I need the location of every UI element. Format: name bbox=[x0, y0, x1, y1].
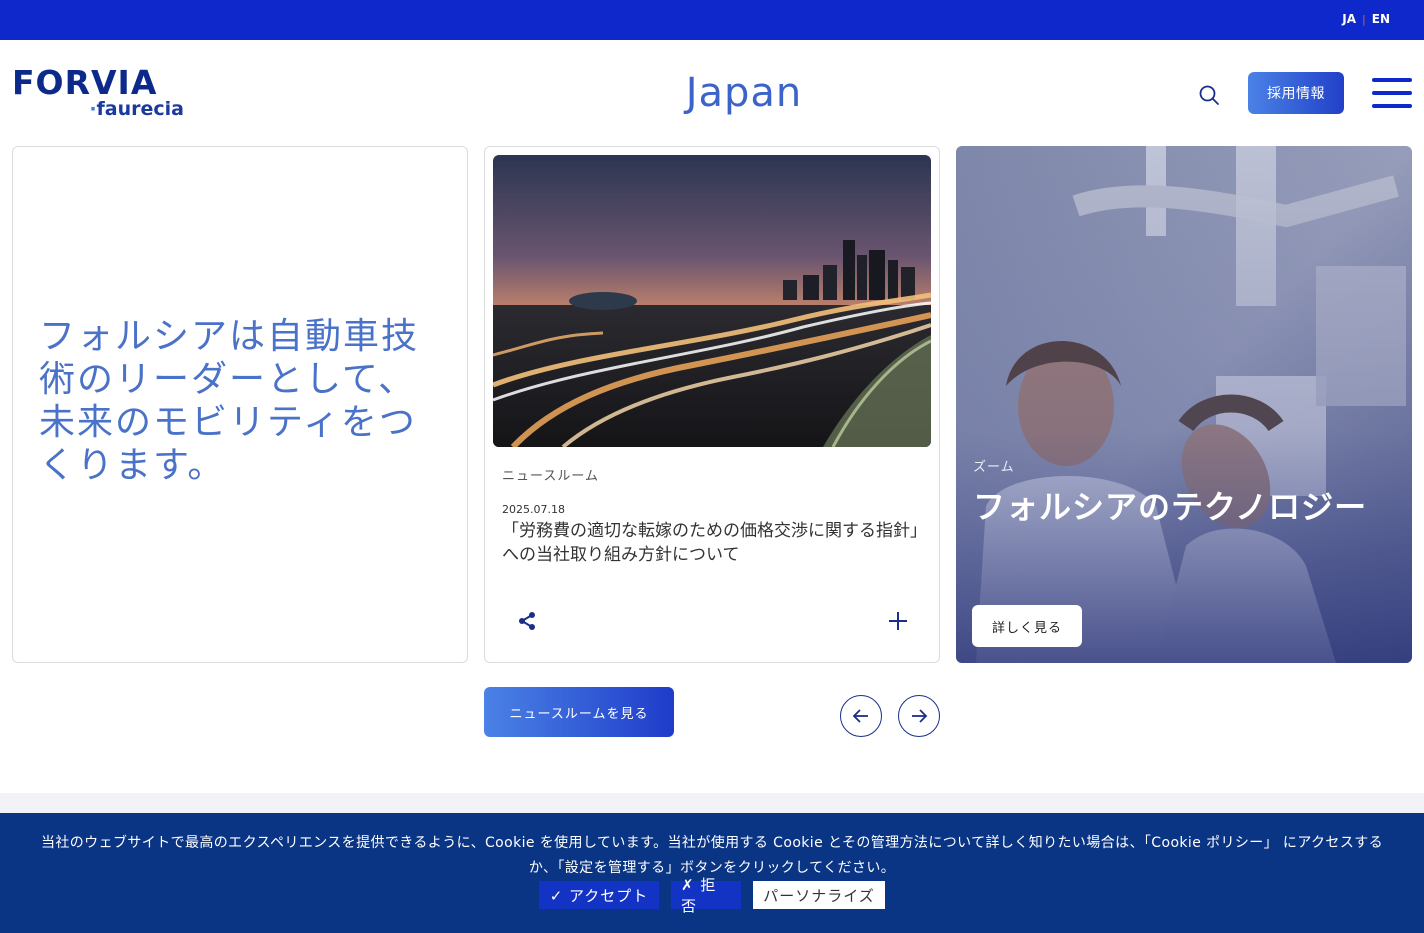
cookie-accept-button[interactable]: ✓ アクセプト bbox=[539, 881, 659, 909]
zoom-title: フォルシアのテクノロジー bbox=[973, 488, 1368, 526]
learn-more-button[interactable]: 詳しく見る bbox=[972, 605, 1082, 647]
arrow-right-icon[interactable] bbox=[898, 695, 940, 737]
share-icon[interactable] bbox=[516, 610, 538, 632]
plus-icon[interactable] bbox=[887, 610, 909, 632]
language-switcher: JA | EN bbox=[1342, 12, 1390, 26]
lang-ja-link[interactable]: JA bbox=[1342, 12, 1356, 26]
arrow-left-icon[interactable] bbox=[840, 695, 882, 737]
section-divider bbox=[0, 793, 1424, 813]
tagline-text: フォルシアは自動車技術のリーダーとして、未来のモビリティをつくります。 bbox=[39, 316, 420, 486]
search-icon[interactable] bbox=[1198, 84, 1220, 106]
news-date: 2025.07.18 bbox=[502, 503, 565, 516]
hamburger-menu-icon[interactable] bbox=[1372, 78, 1412, 108]
zoom-card[interactable]: ズーム フォルシアのテクノロジー 詳しく見る bbox=[956, 146, 1412, 663]
recruit-button[interactable]: 採用情報 bbox=[1248, 72, 1344, 114]
cookie-banner: 当社のウェブサイトで最高のエクスペリエンスを提供できるように、Cookie を使… bbox=[0, 813, 1424, 933]
news-card[interactable]: ニュースルーム 2025.07.18 「労務費の適切な転嫁のための価格交渉に関す… bbox=[484, 146, 940, 663]
lang-separator: | bbox=[1362, 12, 1366, 26]
zoom-label: ズーム bbox=[973, 460, 1015, 475]
top-bar: JA | EN bbox=[0, 0, 1424, 40]
news-photo-city-highway bbox=[493, 155, 931, 447]
tagline-card: フォルシアは自動車技術のリーダーとして、未来のモビリティをつくります。 bbox=[12, 146, 468, 663]
view-newsroom-button[interactable]: ニュースルームを見る bbox=[484, 687, 674, 737]
lang-en-link[interactable]: EN bbox=[1372, 12, 1390, 26]
news-headline-link[interactable]: 「労務費の適切な転嫁のための価格交渉に関する指針」への当社取り組み方針について bbox=[502, 519, 928, 567]
cookie-deny-button[interactable]: ✗ 拒否 bbox=[671, 876, 741, 915]
zoom-photo-engineers bbox=[956, 146, 1412, 663]
cookie-buttons: ✓ アクセプト ✗ 拒否 パーソナライズ bbox=[0, 876, 1424, 915]
site-header: FORVIA ·faurecia Japan 採用情報 bbox=[0, 40, 1424, 146]
news-category: ニュースルーム bbox=[502, 469, 599, 484]
cookie-personalize-button[interactable]: パーソナライズ bbox=[753, 881, 885, 909]
